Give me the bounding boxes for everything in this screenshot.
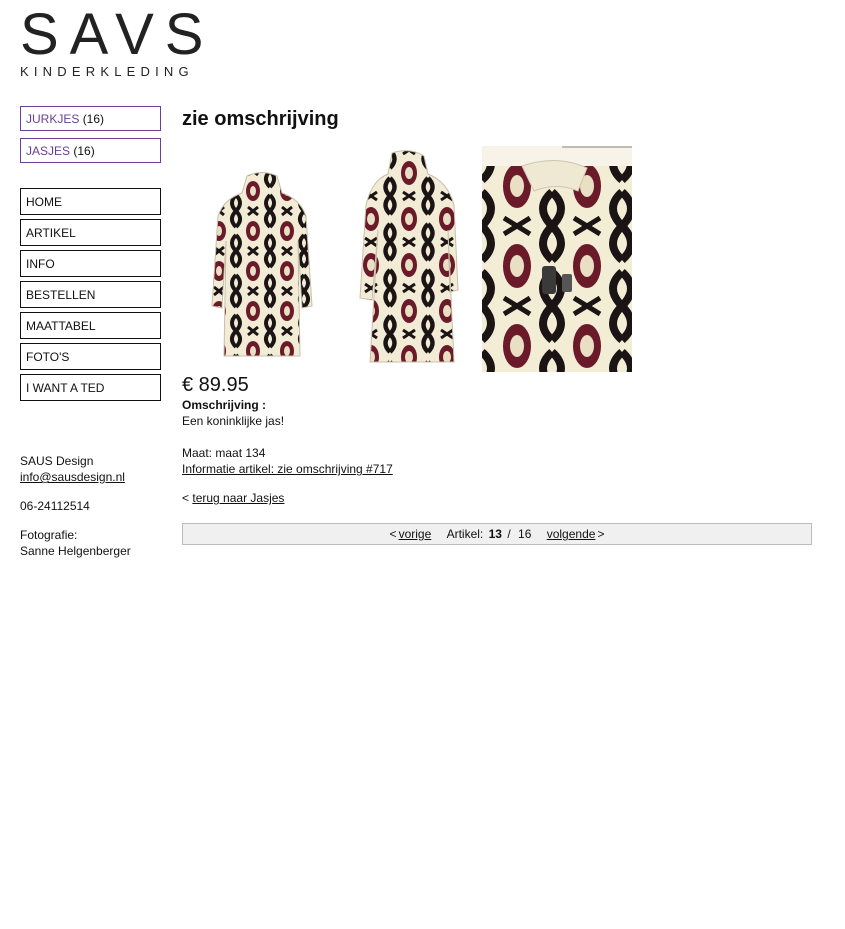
coat-front-photo[interactable]: [202, 171, 322, 366]
prev-prefix: <: [389, 527, 397, 541]
category-label: JASJES: [26, 144, 71, 158]
article-info-link[interactable]: Informatie artikel: zie omschrijving #71…: [182, 462, 393, 476]
sidebar: JURKJES (16) JASJES (16) HOME ARTIKEL IN…: [20, 106, 161, 405]
description-text: Een koninklijke jas!: [182, 414, 285, 428]
phone-number: 06-24112514: [20, 499, 90, 513]
logo-wordmark: SAVS: [20, 2, 215, 67]
prev-link[interactable]: vorige: [399, 527, 432, 541]
site-logo[interactable]: SAVS KINDERKLEDING: [20, 2, 220, 80]
nav-fotos[interactable]: FOTO'S: [20, 343, 161, 370]
contact-info: SAUS Design info@sausdesign.nl 06-241125…: [20, 453, 180, 559]
product-photos: [182, 146, 642, 376]
pagination-bar: < vorige Artikel: 13 / 16 volgende >: [182, 523, 812, 545]
nav-home[interactable]: HOME: [20, 188, 161, 215]
nav-info[interactable]: INFO: [20, 250, 161, 277]
category-jasjes[interactable]: JASJES (16): [20, 138, 161, 163]
main-nav: HOME ARTIKEL INFO BESTELLEN MAATTABEL FO…: [20, 188, 161, 401]
back-nav: < terug naar Jasjes: [182, 491, 284, 505]
category-count: (16): [73, 144, 95, 158]
photographer-name: Sanne Helgenberger: [20, 544, 131, 558]
product-price: € 89.95: [182, 374, 249, 396]
category-jurkjes[interactable]: JURKJES (16): [20, 106, 161, 131]
product-title: zie omschrijving: [182, 108, 339, 130]
size-text: Maat: maat 134: [182, 446, 266, 460]
article-label: Artikel:: [446, 527, 484, 541]
back-prefix: <: [182, 491, 190, 505]
total-articles: 16: [518, 527, 532, 541]
pager-separator: /: [507, 527, 511, 541]
photography-label: Fotografie:: [20, 528, 78, 542]
coat-detail-photo[interactable]: [482, 146, 632, 372]
description-label: Omschrijving :: [182, 398, 267, 412]
nav-bestellen[interactable]: BESTELLEN: [20, 281, 161, 308]
logo-tagline: KINDERKLEDING: [20, 64, 194, 79]
product-description: Omschrijving : Een koninklijke jas! Maat…: [182, 397, 582, 477]
nav-maattabel[interactable]: MAATTABEL: [20, 312, 161, 339]
email-link[interactable]: info@sausdesign.nl: [20, 470, 125, 484]
category-count: (16): [82, 112, 105, 126]
coat-side-photo[interactable]: [352, 150, 477, 368]
back-link[interactable]: terug naar Jasjes: [192, 491, 284, 505]
next-suffix: >: [597, 527, 605, 541]
next-link[interactable]: volgende: [547, 527, 596, 541]
category-label: JURKJES: [26, 112, 80, 126]
nav-artikel[interactable]: ARTIKEL: [20, 219, 161, 246]
current-article: 13: [488, 527, 502, 541]
company-name: SAUS Design: [20, 454, 94, 468]
product-detail: zie omschrijving € 89.95 Omschrijving: …: [182, 106, 812, 545]
nav-i-want-a-ted[interactable]: I WANT A TED: [20, 374, 161, 401]
